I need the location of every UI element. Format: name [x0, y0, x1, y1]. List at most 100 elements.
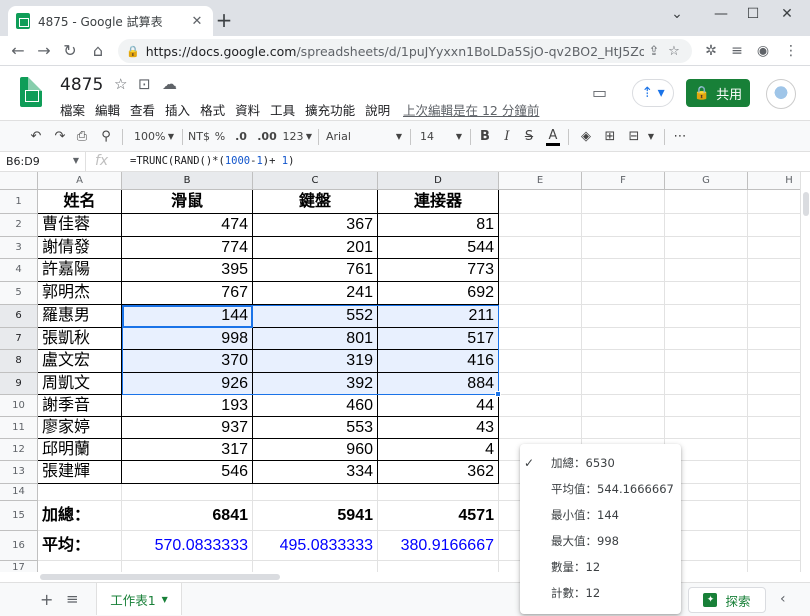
- value-cell[interactable]: 392: [253, 373, 378, 395]
- value-cell[interactable]: 319: [253, 350, 378, 373]
- row-header[interactable]: 7: [0, 328, 38, 350]
- value-cell[interactable]: 395: [122, 259, 253, 282]
- name-cell[interactable]: 盧文宏: [38, 350, 122, 373]
- cell[interactable]: [253, 484, 378, 501]
- menu-extensions[interactable]: 擴充功能: [305, 100, 355, 119]
- decrease-decimal-button[interactable]: .0: [232, 128, 250, 146]
- value-cell[interactable]: 474: [122, 214, 253, 237]
- cell[interactable]: [748, 439, 800, 461]
- column-header[interactable]: A: [38, 172, 122, 190]
- value-cell[interactable]: 81: [378, 214, 499, 237]
- cell[interactable]: [499, 417, 582, 439]
- maximize-icon[interactable]: ☐: [738, 4, 768, 24]
- all-sheets-button[interactable]: ≡: [66, 590, 79, 608]
- value-cell[interactable]: 553: [253, 417, 378, 439]
- menu-view[interactable]: 查看: [130, 100, 155, 119]
- currency-format-button[interactable]: NT$: [188, 128, 210, 146]
- undo-icon[interactable]: ↶: [28, 128, 44, 146]
- cell[interactable]: [582, 282, 665, 305]
- row-header[interactable]: 2: [0, 214, 38, 237]
- sum-label-cell[interactable]: 加總：: [38, 501, 122, 531]
- name-cell[interactable]: 謝倩發: [38, 237, 122, 259]
- cell[interactable]: [748, 531, 800, 561]
- cell[interactable]: [582, 350, 665, 373]
- value-cell[interactable]: 43: [378, 417, 499, 439]
- cell[interactable]: [665, 373, 748, 395]
- cell[interactable]: [122, 484, 253, 501]
- value-cell[interactable]: 416: [378, 350, 499, 373]
- avg-value-cell[interactable]: 495.0833333: [253, 531, 378, 561]
- cell[interactable]: [748, 501, 800, 531]
- cell[interactable]: [499, 305, 582, 328]
- sum-value-cell[interactable]: 6841: [122, 501, 253, 531]
- name-cell[interactable]: 周凱文: [38, 373, 122, 395]
- cell[interactable]: [253, 561, 378, 572]
- row-header[interactable]: 8: [0, 350, 38, 373]
- comment-icon[interactable]: ▭: [592, 83, 607, 102]
- value-cell[interactable]: 144: [122, 305, 253, 328]
- column-header[interactable]: D: [378, 172, 499, 190]
- menu-edit[interactable]: 編輯: [95, 100, 120, 119]
- browser-tab[interactable]: 4875 - Google 試算表 ✕: [8, 6, 213, 36]
- menu-file[interactable]: 檔案: [60, 100, 85, 119]
- value-cell[interactable]: 193: [122, 395, 253, 417]
- avg-value-cell[interactable]: 570.0833333: [122, 531, 253, 561]
- menu-help[interactable]: 說明: [365, 100, 390, 119]
- bookmark-star-icon[interactable]: ☆: [664, 44, 684, 59]
- cell[interactable]: [582, 259, 665, 282]
- paint-format-icon[interactable]: ⚲: [98, 128, 114, 146]
- column-header[interactable]: G: [665, 172, 748, 190]
- avg-label-cell[interactable]: 平均：: [38, 531, 122, 561]
- address-bar[interactable]: 🔒 https://docs.google.com/spreadsheets/d…: [118, 39, 692, 63]
- extensions-icon[interactable]: ✲: [700, 40, 722, 62]
- stat-option[interactable]: 平均值：544.1666667: [520, 478, 681, 504]
- cell[interactable]: [748, 484, 800, 501]
- cell[interactable]: [582, 373, 665, 395]
- cell[interactable]: [499, 328, 582, 350]
- avg-value-cell[interactable]: 380.9166667: [378, 531, 499, 561]
- name-cell[interactable]: 郭明杰: [38, 282, 122, 305]
- cell[interactable]: [582, 417, 665, 439]
- move-folder-icon[interactable]: ⊡: [138, 75, 151, 93]
- row-header[interactable]: 13: [0, 461, 38, 484]
- cell[interactable]: [499, 237, 582, 259]
- value-cell[interactable]: 211: [378, 305, 499, 328]
- more-formats-button[interactable]: 123: [282, 128, 304, 146]
- cell[interactable]: [582, 190, 665, 214]
- chevron-down-icon[interactable]: ▼: [646, 128, 656, 146]
- chevron-down-icon[interactable]: ⌄: [662, 4, 692, 24]
- cell[interactable]: [38, 484, 122, 501]
- row-header[interactable]: 10: [0, 395, 38, 417]
- redo-icon[interactable]: ↷: [52, 128, 68, 146]
- stat-option[interactable]: ✓ 加總：6530: [520, 452, 681, 478]
- sum-value-cell[interactable]: 4571: [378, 501, 499, 531]
- value-cell[interactable]: 4: [378, 439, 499, 461]
- print-icon[interactable]: ⎙: [74, 128, 90, 146]
- percent-format-button[interactable]: %: [214, 128, 226, 146]
- cell[interactable]: [499, 395, 582, 417]
- cell[interactable]: [748, 282, 800, 305]
- cell[interactable]: [582, 395, 665, 417]
- row-header[interactable]: 15: [0, 501, 38, 531]
- cell[interactable]: [665, 328, 748, 350]
- fill-handle[interactable]: [495, 391, 501, 397]
- column-header[interactable]: B: [122, 172, 253, 190]
- row-header[interactable]: 14: [0, 484, 38, 501]
- cell[interactable]: [582, 328, 665, 350]
- more-options-icon[interactable]: ⋯: [672, 128, 688, 146]
- add-sheet-button[interactable]: +: [40, 590, 53, 609]
- name-cell[interactable]: 曹佳蓉: [38, 214, 122, 237]
- cell[interactable]: [665, 305, 748, 328]
- cell[interactable]: [499, 350, 582, 373]
- value-cell[interactable]: 241: [253, 282, 378, 305]
- value-cell[interactable]: 517: [378, 328, 499, 350]
- cell[interactable]: [122, 561, 253, 572]
- table-header-cell[interactable]: 鍵盤: [253, 190, 378, 214]
- cell[interactable]: [378, 561, 499, 572]
- name-cell[interactable]: 許嘉陽: [38, 259, 122, 282]
- cell[interactable]: [499, 373, 582, 395]
- value-cell[interactable]: 201: [253, 237, 378, 259]
- row-header[interactable]: 4: [0, 259, 38, 282]
- value-cell[interactable]: 773: [378, 259, 499, 282]
- chevron-down-icon[interactable]: ▼: [304, 128, 314, 146]
